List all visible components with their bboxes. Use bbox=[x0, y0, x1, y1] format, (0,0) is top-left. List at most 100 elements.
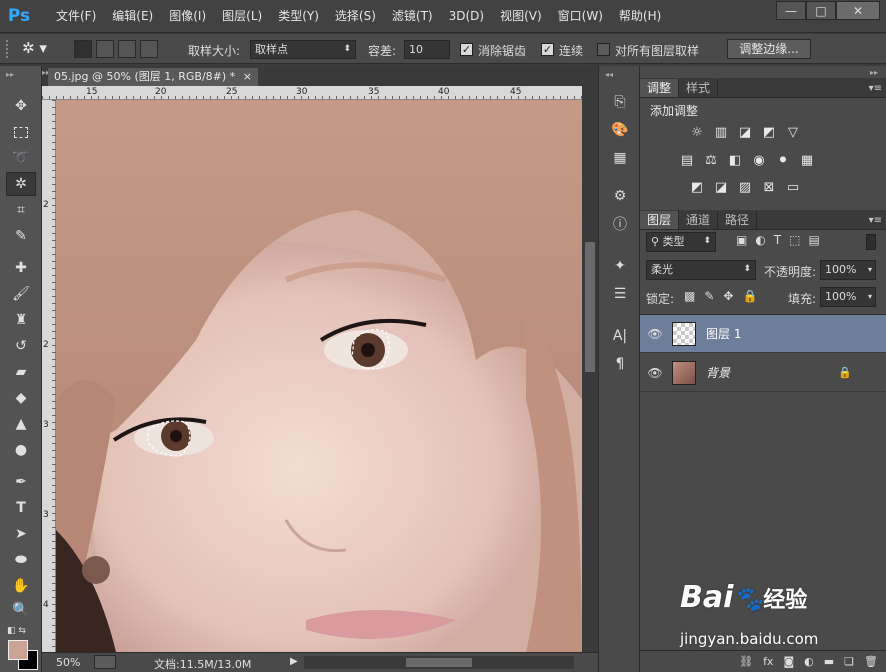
antialias-checkbox[interactable]: ✓ bbox=[460, 43, 473, 56]
collapse-arrows-icon[interactable]: ▸▸ bbox=[870, 68, 878, 77]
sample-size-select[interactable]: 取样点 ⬍ bbox=[250, 40, 356, 59]
lock-transparency-icon[interactable]: ▩ bbox=[684, 289, 695, 303]
blur-tool-icon[interactable]: ▲ bbox=[6, 412, 36, 436]
new-layer-icon[interactable]: ❏ bbox=[844, 655, 854, 668]
add-mask-icon[interactable]: ◙ bbox=[783, 655, 794, 668]
marquee-tool-icon[interactable] bbox=[6, 120, 36, 144]
character-panel-icon[interactable]: A| bbox=[607, 324, 633, 348]
link-layers-icon[interactable]: ⛓ bbox=[739, 655, 753, 668]
color-panel-icon[interactable]: 🎨 bbox=[607, 118, 633, 142]
photo-canvas[interactable] bbox=[56, 100, 582, 652]
fx-icon[interactable]: fx bbox=[763, 655, 773, 668]
history-brush-tool-icon[interactable]: ↺ bbox=[6, 334, 36, 358]
tab-adjustments[interactable]: 调整 bbox=[640, 79, 680, 97]
photo-filter-icon[interactable]: ◉ bbox=[750, 152, 768, 168]
crop-tool-icon[interactable]: ⌗ bbox=[6, 198, 36, 222]
path-selection-tool-icon[interactable]: ➤ bbox=[6, 522, 36, 546]
collapse-arrows-icon[interactable]: ▸▸ bbox=[6, 70, 14, 79]
gradient-map-icon[interactable]: ▭ bbox=[784, 179, 802, 195]
menu-view[interactable]: 视图(V) bbox=[492, 0, 550, 33]
curves-icon[interactable]: ◪ bbox=[736, 124, 754, 140]
magic-wand-preset-icon[interactable]: ✲ ▾ bbox=[22, 39, 56, 59]
panel-menu-icon[interactable]: ▾≡ bbox=[865, 83, 886, 97]
tool-presets-icon[interactable]: ☰ bbox=[607, 282, 633, 306]
maximize-button[interactable]: □ bbox=[806, 1, 836, 20]
brightness-icon[interactable]: ☼ bbox=[688, 124, 706, 140]
clone-stamp-tool-icon[interactable]: ♜ bbox=[6, 308, 36, 332]
vibrance-icon[interactable]: ▽ bbox=[784, 124, 802, 140]
layer-row-layer1[interactable]: 👁 图层 1 bbox=[640, 315, 886, 353]
delete-layer-icon[interactable]: 🗑 bbox=[864, 655, 878, 668]
layer-filter-select[interactable]: ⚲ 类型 ⬍ bbox=[646, 232, 716, 252]
paint-bucket-tool-icon[interactable]: ◆ bbox=[6, 386, 36, 410]
pixel-filter-icon[interactable]: ▣ bbox=[736, 233, 747, 247]
type-filter-icon[interactable]: T bbox=[774, 233, 781, 247]
lock-position-icon[interactable]: ✥ bbox=[723, 289, 733, 303]
menu-edit[interactable]: 编辑(E) bbox=[104, 0, 161, 33]
new-group-icon[interactable]: ▬ bbox=[824, 655, 834, 668]
hue-saturation-icon[interactable]: ▤ bbox=[678, 152, 696, 168]
blend-mode-select[interactable]: 柔光 ⬍ bbox=[646, 260, 756, 280]
swatches-panel-icon[interactable]: ▦ bbox=[607, 146, 633, 170]
lock-pixels-icon[interactable]: ✎ bbox=[704, 289, 714, 303]
vertical-scrollbar[interactable] bbox=[582, 86, 598, 652]
layer-row-background[interactable]: 👁 背景 🔒 bbox=[640, 354, 886, 392]
menu-select[interactable]: 选择(S) bbox=[327, 0, 384, 33]
color-lookup-icon[interactable]: ▦ bbox=[798, 152, 816, 168]
type-tool-icon[interactable]: T bbox=[6, 496, 36, 520]
menu-window[interactable]: 窗口(W) bbox=[550, 0, 611, 33]
tab-layers[interactable]: 图层 bbox=[640, 211, 680, 229]
info-panel-icon[interactable]: ⓘ bbox=[607, 212, 633, 236]
dodge-tool-icon[interactable]: ● bbox=[6, 438, 36, 462]
subtract-selection-icon[interactable] bbox=[118, 40, 136, 58]
minimize-button[interactable]: — bbox=[776, 1, 806, 20]
channel-mixer-icon[interactable]: ⚫ bbox=[774, 152, 792, 168]
shape-filter-icon[interactable]: ⬚ bbox=[789, 233, 800, 247]
filter-toggle[interactable] bbox=[866, 234, 876, 250]
intersect-selection-icon[interactable] bbox=[140, 40, 158, 58]
posterize-icon[interactable]: ◪ bbox=[712, 179, 730, 195]
close-button[interactable]: ✕ bbox=[836, 1, 880, 20]
document-tab[interactable]: 05.jpg @ 50% (图层 1, RGB/8#) * × bbox=[48, 68, 258, 86]
fill-input[interactable]: 100% ▾ bbox=[820, 287, 876, 307]
tab-paths[interactable]: 路径 bbox=[718, 211, 758, 229]
color-balance-icon[interactable]: ⚖ bbox=[702, 152, 720, 168]
scrollbar-thumb[interactable] bbox=[585, 242, 595, 372]
tab-styles[interactable]: 样式 bbox=[679, 79, 719, 97]
black-white-icon[interactable]: ◧ bbox=[726, 152, 744, 168]
levels-icon[interactable]: ▥ bbox=[712, 124, 730, 140]
status-menu-icon[interactable] bbox=[94, 655, 116, 669]
ellipse-tool-icon[interactable]: ⬬ bbox=[6, 548, 36, 572]
foreground-color-swatch[interactable] bbox=[8, 640, 28, 660]
zoom-tool-icon[interactable]: 🔍 bbox=[6, 598, 36, 622]
new-adjustment-icon[interactable]: ◐ bbox=[804, 655, 814, 668]
refine-edge-button[interactable]: 调整边缘... bbox=[727, 39, 811, 59]
collapse-arrows-icon[interactable]: ◂◂ bbox=[605, 70, 613, 79]
move-tool-icon[interactable]: ✥ bbox=[6, 94, 36, 118]
pen-tool-icon[interactable]: ✒ bbox=[6, 470, 36, 494]
brush-tool-icon[interactable]: 🖌 bbox=[6, 282, 36, 306]
default-colors-icon[interactable]: ◧ ⇆ bbox=[7, 626, 26, 636]
healing-brush-tool-icon[interactable]: ✚ bbox=[6, 256, 36, 280]
menu-3d[interactable]: 3D(D) bbox=[441, 0, 492, 33]
brush-presets-icon[interactable]: ✦ bbox=[607, 254, 633, 278]
menu-layer[interactable]: 图层(L) bbox=[214, 0, 270, 33]
navigator-panel-icon[interactable]: ⚙ bbox=[607, 184, 633, 208]
threshold-icon[interactable]: ▨ bbox=[736, 179, 754, 195]
invert-icon[interactable]: ◩ bbox=[688, 179, 706, 195]
magic-wand-tool-icon[interactable]: ✲ bbox=[6, 172, 36, 196]
horizontal-scrollbar[interactable] bbox=[304, 656, 574, 669]
menu-image[interactable]: 图像(I) bbox=[161, 0, 214, 33]
eye-icon[interactable]: 👁 bbox=[640, 366, 670, 380]
history-panel-icon[interactable]: ⎘ bbox=[607, 90, 633, 114]
paragraph-panel-icon[interactable]: ¶ bbox=[607, 352, 633, 376]
eye-icon[interactable]: 👁 bbox=[640, 327, 670, 341]
tab-close-icon[interactable]: × bbox=[243, 68, 252, 86]
all-layers-checkbox[interactable] bbox=[597, 43, 610, 56]
new-selection-icon[interactable] bbox=[74, 40, 92, 58]
menu-file[interactable]: 文件(F) bbox=[48, 0, 104, 33]
scrollbar-thumb[interactable] bbox=[406, 658, 472, 667]
menu-help[interactable]: 帮助(H) bbox=[611, 0, 669, 33]
status-arrow-icon[interactable]: ▶ bbox=[290, 656, 298, 667]
contiguous-checkbox[interactable]: ✓ bbox=[541, 43, 554, 56]
